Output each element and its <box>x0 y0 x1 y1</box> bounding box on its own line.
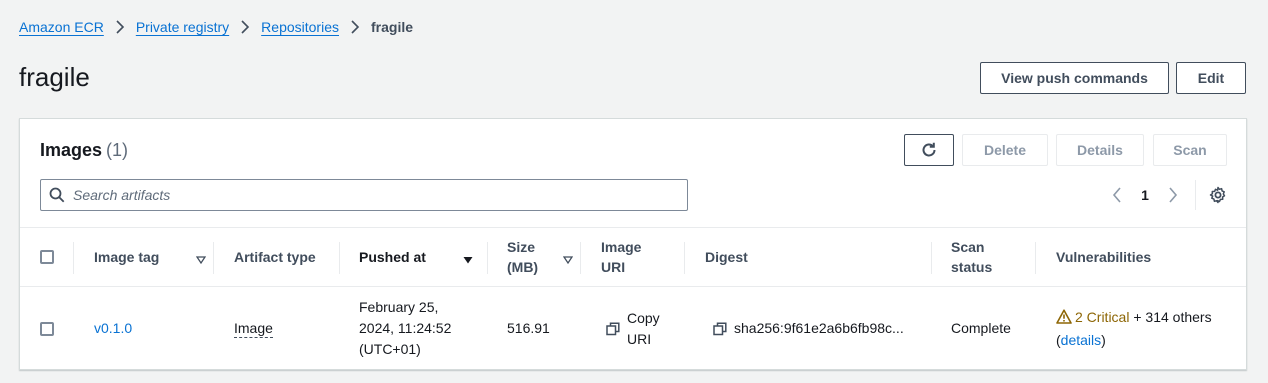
scan-status-cell: Complete <box>951 287 1031 370</box>
column-divider <box>580 242 581 274</box>
size-value: 516.91 <box>507 320 550 336</box>
image-tag-link[interactable]: v0.1.0 <box>94 318 132 339</box>
copy-uri-line: Copy <box>627 309 660 326</box>
pagination: 1 <box>1105 180 1230 210</box>
view-push-commands-button[interactable]: View push commands <box>980 62 1169 94</box>
search-box <box>40 179 688 211</box>
images-panel: Images(1) Delete Details Scan 1 <box>19 118 1247 370</box>
column-label: Size (MB) <box>507 237 538 277</box>
page-number[interactable]: 1 <box>1129 187 1161 203</box>
column-header-artifact-type: Artifact type <box>234 228 340 286</box>
digest-cell: sha256:9f61e2a6b6fb98c... <box>712 287 932 370</box>
chevron-right-icon <box>234 20 256 34</box>
copy-icon <box>605 321 621 337</box>
copy-digest-button[interactable]: sha256:9f61e2a6b6fb98c... <box>712 318 904 339</box>
images-heading: Images (1) <box>40 140 128 161</box>
column-divider <box>1035 242 1036 274</box>
artifact-type-cell: Image <box>234 287 340 370</box>
others-count: + 314 others <box>1129 308 1212 325</box>
column-label-line: Size <box>507 239 536 255</box>
refresh-icon <box>920 141 938 159</box>
column-label-line: (MB) <box>507 259 539 275</box>
scan-status-value: Complete <box>951 320 1011 336</box>
breadcrumb-current: fragile <box>371 19 414 35</box>
delete-button[interactable]: Delete <box>962 134 1048 166</box>
images-title: Images <box>40 140 103 160</box>
scan-button[interactable]: Scan <box>1153 134 1227 166</box>
column-label: Image URI <box>601 237 641 277</box>
column-header-size[interactable]: Size (MB) <box>507 228 581 286</box>
column-divider <box>213 242 214 274</box>
column-divider <box>487 242 488 274</box>
chevron-right-icon <box>109 20 131 34</box>
edit-button[interactable]: Edit <box>1176 62 1246 94</box>
vulnerabilities-cell: 2 Critical + 314 others (details) <box>1056 287 1236 370</box>
table-header: Image tag Artifact type Pushed at Size (… <box>20 227 1246 287</box>
column-divider <box>931 242 932 274</box>
pushed-at-line: 2024, 11:24:52 <box>359 320 452 336</box>
image-uri-cell: Copy URI <box>605 287 685 370</box>
column-label: Pushed at <box>359 249 426 265</box>
copy-uri-line: URI <box>627 330 652 347</box>
critical-count: 2 Critical <box>1075 308 1130 325</box>
column-label-line: URI <box>601 259 626 275</box>
column-header-image-tag[interactable]: Image tag <box>94 228 214 286</box>
row-checkbox[interactable] <box>40 321 54 336</box>
sort-caret-icon <box>195 250 207 270</box>
previous-page-icon[interactable] <box>1105 183 1129 207</box>
column-header-vulnerabilities: Vulnerabilities <box>1056 228 1236 286</box>
details-button[interactable]: Details <box>1056 134 1144 166</box>
sort-descending-icon <box>463 250 473 270</box>
copy-uri-label: Copy URI <box>627 308 660 350</box>
breadcrumb-amazon-ecr[interactable]: Amazon ECR <box>19 19 104 35</box>
breadcrumb-repositories[interactable]: Repositories <box>261 19 339 35</box>
refresh-button[interactable] <box>904 134 954 166</box>
pushed-at-value: February 25, 2024, 11:24:52 (UTC+01) <box>359 297 451 360</box>
column-divider <box>73 242 74 274</box>
column-header-scan-status: Scan status <box>951 228 1031 286</box>
warning-icon <box>1056 308 1072 330</box>
gear-icon[interactable] <box>1206 183 1230 207</box>
sort-caret-icon <box>562 250 574 270</box>
digest-value: sha256:9f61e2a6b6fb98c... <box>734 320 904 336</box>
select-all-checkbox[interactable] <box>40 250 54 264</box>
breadcrumb: Amazon ECR Private registry Repositories… <box>19 18 413 36</box>
size-cell: 516.91 <box>507 287 581 370</box>
artifact-type-value[interactable]: Image <box>234 320 273 338</box>
column-label-line: status <box>951 259 993 275</box>
table-row: v0.1.0 Image February 25, 2024, 11:24:52… <box>20 287 1246 370</box>
pushed-at-cell: February 25, 2024, 11:24:52 (UTC+01) <box>359 287 487 370</box>
column-label: Scan status <box>951 237 992 277</box>
image-tag-cell: v0.1.0 <box>94 287 214 370</box>
select-all-cell <box>40 228 80 286</box>
column-label: Artifact type <box>234 249 316 265</box>
search-input[interactable] <box>73 181 687 209</box>
next-page-icon[interactable] <box>1161 183 1185 207</box>
column-divider <box>684 242 685 274</box>
images-count: (1) <box>106 140 129 160</box>
pushed-at-line: February 25, <box>359 299 439 315</box>
details-close-paren: ) <box>1101 331 1106 348</box>
copy-icon <box>712 321 728 337</box>
column-header-digest: Digest <box>705 228 925 286</box>
column-label: Vulnerabilities <box>1056 249 1152 265</box>
vulnerability-details-link[interactable]: details <box>1061 332 1101 348</box>
pagination-divider <box>1195 180 1196 210</box>
copy-uri-button[interactable]: Copy URI <box>605 308 660 350</box>
chevron-right-icon <box>344 20 366 34</box>
row-select-cell <box>40 287 80 370</box>
column-divider <box>339 242 340 274</box>
pushed-at-line: (UTC+01) <box>359 341 421 357</box>
column-header-pushed-at[interactable]: Pushed at <box>359 228 487 286</box>
column-header-image-uri: Image URI <box>601 228 681 286</box>
search-icon <box>41 187 73 203</box>
column-label-line: Scan <box>951 239 985 255</box>
vulnerabilities-summary: 2 Critical + 314 others (details) <box>1056 307 1212 351</box>
column-label-line: Image <box>601 239 642 255</box>
column-label: Image tag <box>94 249 160 265</box>
page-title: fragile <box>19 62 90 92</box>
breadcrumb-private-registry[interactable]: Private registry <box>136 19 229 35</box>
column-label: Digest <box>705 249 748 265</box>
